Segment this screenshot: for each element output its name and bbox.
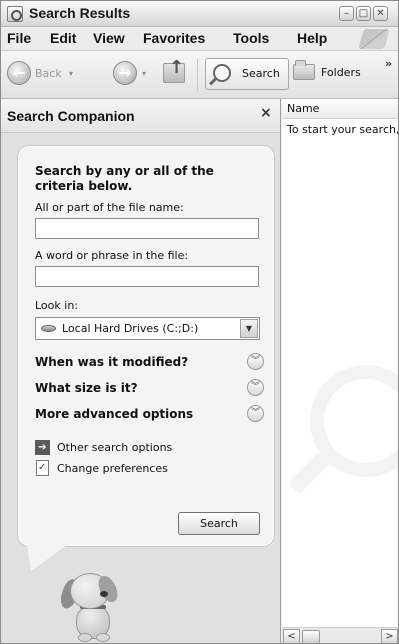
advanced-size[interactable]: What size is it? ︾ [35, 379, 267, 399]
windows-logo-icon [358, 29, 390, 49]
pane-title: Search Companion [7, 108, 135, 124]
menu-file[interactable]: File [7, 30, 31, 46]
change-preferences-link[interactable]: Change preferences [35, 460, 255, 478]
menu-view[interactable]: View [93, 30, 125, 46]
forward-button[interactable]: → [113, 61, 137, 85]
balloon-tail [27, 545, 67, 571]
phrase-label: A word or phrase in the file: [35, 249, 189, 262]
pane-header: Search Companion × [1, 99, 280, 133]
search-heading: Search by any or all of the criteria bel… [35, 164, 214, 193]
advanced-label: What size is it? [35, 381, 138, 395]
pane-close-button[interactable]: × [260, 105, 272, 121]
expand-chevron-icon[interactable]: ︾ [247, 379, 264, 396]
results-instructions: To start your search, follow the instruc… [287, 123, 399, 136]
horizontal-scrollbar[interactable]: < > [282, 627, 398, 643]
close-button[interactable]: ✕ [373, 6, 388, 21]
results-pane[interactable]: Name To start your search, follow the in… [282, 99, 399, 643]
advanced-label: More advanced options [35, 407, 194, 421]
look-in-select[interactable]: Local Hard Drives (C:;D:) ▼ [35, 317, 260, 340]
window-title: Search Results [29, 5, 131, 21]
search-icon [213, 64, 231, 82]
magnifier-watermark-handle [287, 447, 335, 495]
column-header-name[interactable]: Name [282, 99, 398, 119]
menu-edit[interactable]: Edit [50, 30, 76, 46]
search-results-window: Search Results – □ ✕ File Edit View Favo… [0, 0, 399, 644]
folders-icon[interactable] [293, 60, 315, 80]
back-label: Back [35, 67, 62, 80]
advanced-label: When was it modified? [35, 355, 189, 369]
filename-input[interactable] [35, 218, 259, 239]
filename-label: All or part of the file name: [35, 201, 184, 214]
scroll-left-button[interactable]: < [283, 629, 300, 643]
menu-bar: File Edit View Favorites Tools Help [1, 27, 398, 51]
hard-drive-icon [41, 325, 56, 332]
up-folder-icon[interactable] [163, 57, 185, 83]
forward-dropdown-icon[interactable]: ▾ [142, 69, 146, 78]
document-icon [36, 460, 49, 476]
scroll-thumb[interactable] [302, 630, 320, 643]
search-balloon: Search by any or all of the criteria bel… [17, 145, 275, 547]
column-name-label: Name [287, 102, 320, 115]
chevron-down-icon[interactable]: ▼ [240, 319, 258, 338]
toolbar-more-button[interactable]: » [385, 57, 392, 70]
minimize-button[interactable]: – [339, 6, 354, 21]
search-button[interactable]: Search [178, 512, 260, 535]
phrase-input[interactable] [35, 266, 259, 287]
back-arrow-icon: ← [7, 61, 31, 85]
search-toolbar-button[interactable]: Search [205, 58, 289, 90]
search-toolbar-label: Search [242, 67, 280, 80]
expand-chevron-icon[interactable]: ︾ [247, 353, 264, 370]
menu-help[interactable]: Help [297, 30, 327, 46]
search-assistant-dog-icon[interactable] [56, 569, 156, 643]
advanced-more-options[interactable]: More advanced options ︾ [35, 405, 267, 425]
folders-toolbar-label[interactable]: Folders [321, 66, 361, 79]
advanced-when-modified[interactable]: When was it modified? ︾ [35, 353, 267, 373]
search-companion-pane: Search Companion × Search by any or all … [1, 99, 281, 643]
expand-chevron-icon[interactable]: ︾ [247, 405, 264, 422]
title-bar: Search Results – □ ✕ [1, 1, 398, 27]
toolbar-separator [197, 59, 198, 91]
scroll-right-button[interactable]: > [381, 629, 398, 643]
back-dropdown-icon[interactable]: ▾ [69, 69, 73, 78]
toolbar: ← Back ▾ → ▾ Search Folders » [1, 51, 398, 99]
arrow-right-icon: ➔ [35, 440, 50, 455]
link-label: Change preferences [57, 462, 168, 475]
look-in-label: Look in: [35, 299, 78, 312]
menu-tools[interactable]: Tools [233, 30, 269, 46]
maximize-button[interactable]: □ [356, 6, 371, 21]
look-in-value: Local Hard Drives (C:;D:) [62, 322, 199, 335]
search-window-icon [7, 6, 23, 22]
menu-favorites[interactable]: Favorites [143, 30, 205, 46]
other-search-options-link[interactable]: ➔ Other search options [35, 439, 255, 457]
link-label: Other search options [57, 441, 173, 454]
